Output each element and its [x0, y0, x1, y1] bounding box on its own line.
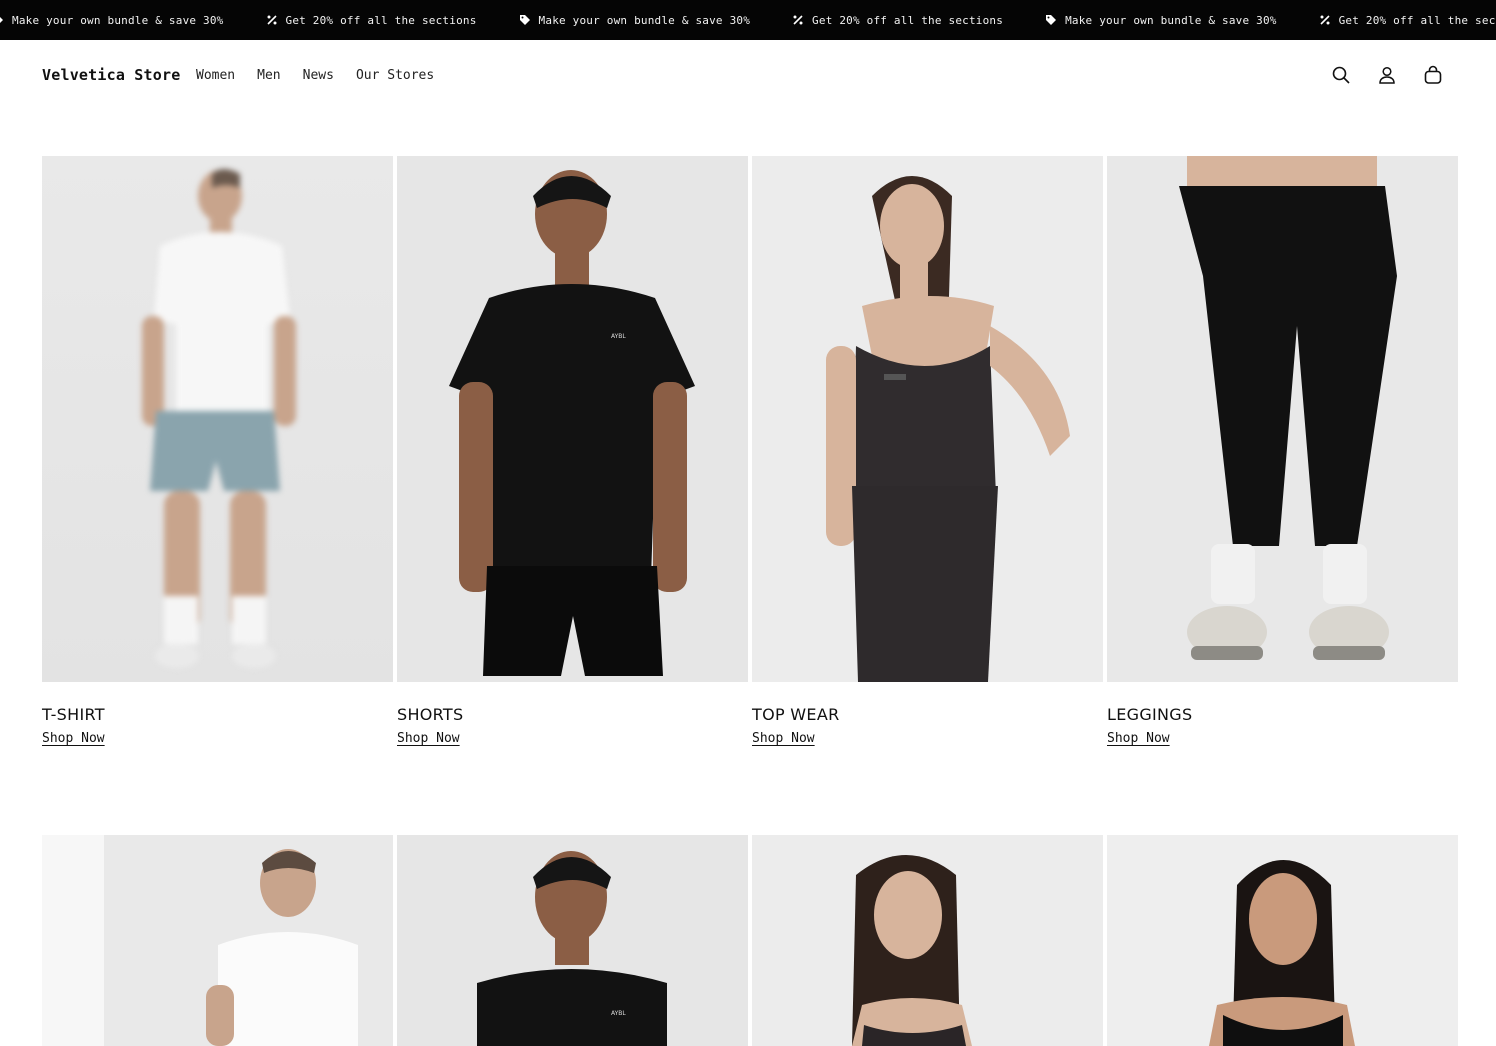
main-nav: Women Men News Our Stores — [196, 68, 456, 83]
account-icon[interactable] — [1376, 64, 1398, 86]
svg-text:AYBL: AYBL — [611, 1010, 626, 1017]
product-card[interactable] — [42, 835, 393, 1046]
announcement-item: Make your own bundle & save 30% — [519, 14, 751, 27]
announcement-item: Get 20% off all the sections — [792, 14, 1003, 27]
product-image-leggings[interactable] — [1107, 156, 1458, 682]
site-header: Velvetica Store Women Men News Our Store… — [0, 40, 1496, 112]
product-image-top-wear[interactable] — [752, 156, 1103, 682]
search-icon[interactable] — [1330, 64, 1352, 86]
nav-item-news[interactable]: News — [303, 68, 334, 83]
model-illustration — [42, 835, 393, 1046]
nav-item-our-stores[interactable]: Our Stores — [356, 68, 434, 83]
shop-now-link[interactable]: Shop Now — [42, 731, 105, 746]
shop-now-link[interactable]: Shop Now — [397, 731, 460, 746]
product-image[interactable] — [1107, 835, 1458, 1046]
tag-icon — [1046, 15, 1057, 25]
product-card[interactable]: LEGGINGS Shop Now — [1107, 156, 1458, 746]
announcement-item: Get 20% off all the sections — [266, 14, 477, 27]
collection-grid: T-SHIRT Shop Now AYBL SHORTS Shop Now TO… — [42, 156, 1458, 746]
product-image[interactable] — [42, 835, 393, 1046]
product-image-tshirt[interactable] — [42, 156, 393, 682]
model-illustration — [142, 169, 296, 668]
store-logo[interactable]: Velvetica Store — [42, 66, 180, 84]
product-card[interactable]: AYBL SHORTS Shop Now — [397, 156, 748, 746]
product-image[interactable] — [752, 835, 1103, 1046]
product-image[interactable]: AYBL — [397, 835, 748, 1046]
shop-now-link[interactable]: Shop Now — [1107, 731, 1170, 746]
announcement-text: Make your own bundle & save 30% — [538, 13, 751, 27]
product-card[interactable]: TOP WEAR Shop Now — [752, 156, 1103, 746]
percent-icon — [793, 15, 803, 25]
percent-icon — [1320, 15, 1330, 25]
product-card[interactable] — [752, 835, 1103, 1046]
product-title: SHORTS — [397, 705, 464, 724]
model-illustration — [852, 855, 972, 1046]
announcement-text: Get 20% off all the sections — [812, 13, 1004, 27]
product-title: TOP WEAR — [752, 705, 840, 724]
announcement-text: Get 20% off all the sections — [285, 13, 477, 27]
announcement-item: Make your own bundle & save 30% — [0, 14, 224, 27]
nav-item-men[interactable]: Men — [257, 68, 280, 83]
announcement-text: Get 20% off all the sections — [1338, 13, 1496, 27]
cart-icon[interactable] — [1422, 64, 1444, 86]
announcement-track: Make your own bundle & save 30% Get 20% … — [0, 0, 1496, 40]
header-actions — [1306, 64, 1444, 86]
percent-icon — [266, 15, 277, 25]
svg-text:AYBL: AYBL — [611, 333, 626, 340]
tag-icon — [0, 17, 3, 23]
shop-now-link[interactable]: Shop Now — [752, 731, 815, 746]
product-card[interactable]: T-SHIRT Shop Now — [42, 156, 393, 746]
model-illustration — [1209, 860, 1355, 1046]
model-illustration — [826, 176, 1070, 682]
nav-item-women[interactable]: Women — [196, 68, 235, 83]
announcement-text: Make your own bundle & save 30% — [1065, 13, 1277, 27]
product-title: T-SHIRT — [42, 705, 105, 724]
announcement-text: Make your own bundle & save 30% — [12, 13, 224, 27]
model-illustration: AYBL — [449, 170, 695, 676]
announcement-bar: Make your own bundle & save 30% Get 20% … — [0, 0, 1496, 40]
product-card[interactable] — [1107, 835, 1458, 1046]
tag-icon — [519, 15, 530, 25]
announcement-item: Get 20% off all the sections — [1319, 14, 1496, 27]
model-illustration: AYBL — [477, 851, 667, 1046]
model-illustration — [1179, 156, 1397, 660]
product-image-shorts[interactable]: AYBL — [397, 156, 748, 682]
announcement-item: Make your own bundle & save 30% — [1045, 14, 1277, 27]
product-card[interactable]: AYBL — [397, 835, 748, 1046]
collection-grid-secondary: AYBL — [42, 835, 1458, 1046]
product-title: LEGGINGS — [1107, 705, 1193, 724]
